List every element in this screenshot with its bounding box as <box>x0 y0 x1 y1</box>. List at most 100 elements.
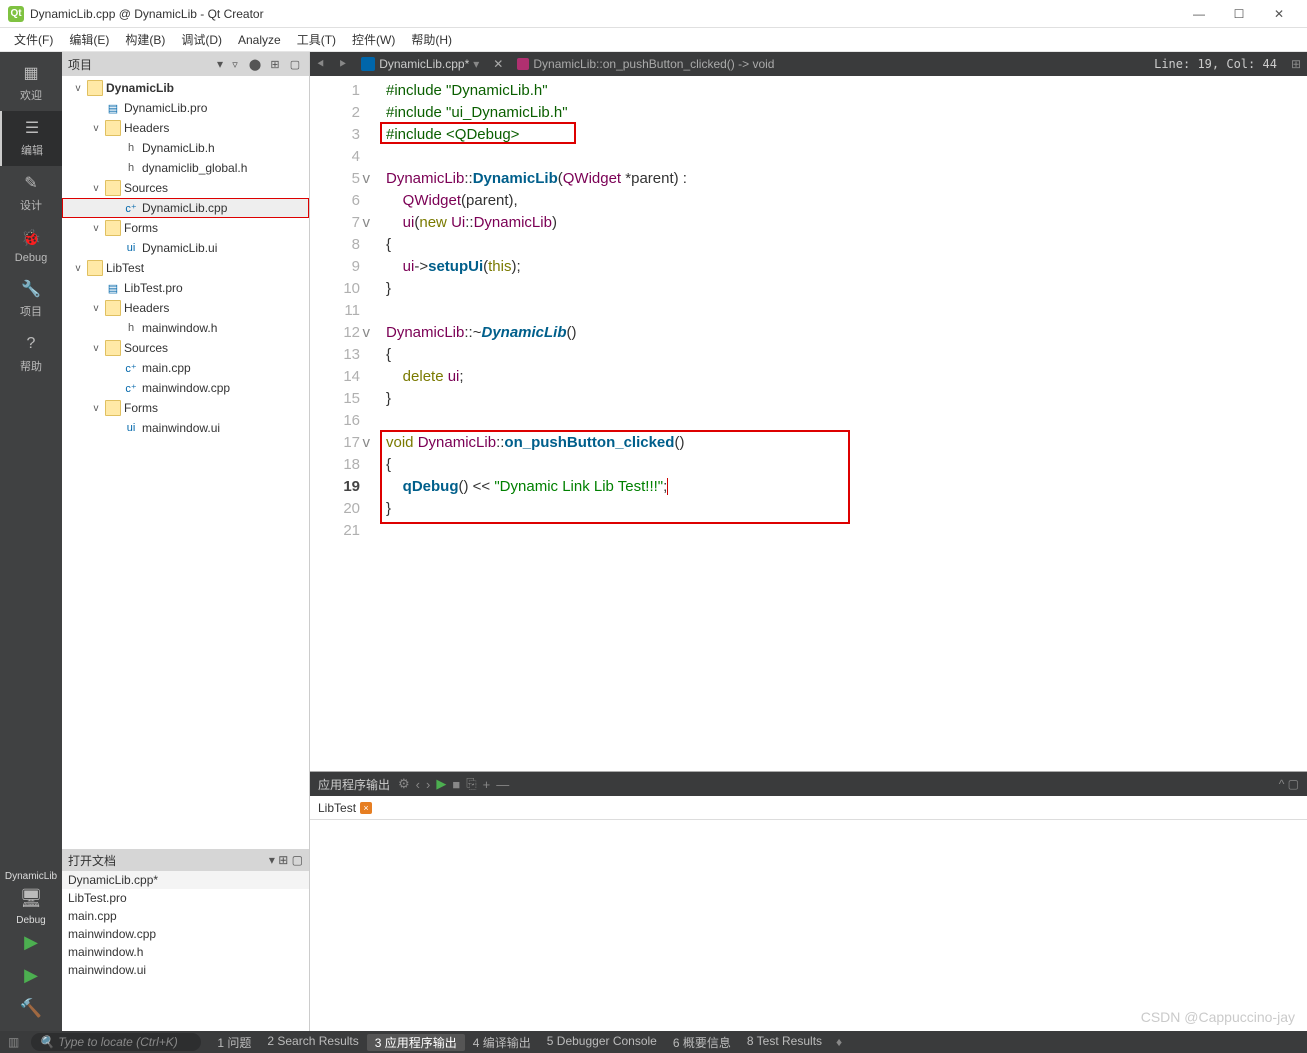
editor-tab[interactable]: DynamicLib.cpp* ▾ <box>353 57 487 71</box>
tree-item[interactable]: hmainwindow.h <box>62 318 309 338</box>
mode-帮助[interactable]: ?帮助 <box>0 327 62 382</box>
output-toolbar: 应用程序输出 ⚙ ‹ › ▶ ■ ⎘ + — ^ ▢ <box>310 772 1307 796</box>
link-icon[interactable]: ⬤ <box>247 56 263 72</box>
tree-item[interactable]: vHeaders <box>62 298 309 318</box>
debug-run-icon[interactable]: ▶ <box>0 959 62 992</box>
out-stop-icon[interactable]: ■ <box>452 777 460 792</box>
tree-item[interactable]: ▤LibTest.pro <box>62 278 309 298</box>
mode-项目[interactable]: 🔧项目 <box>0 272 62 327</box>
mode-编辑[interactable]: ☰编辑 <box>0 111 62 166</box>
cursor-position: Line: 19, Col: 44 <box>1146 57 1285 71</box>
mode-设计[interactable]: ✎设计 <box>0 166 62 221</box>
code-source[interactable]: #include "DynamicLib.h"#include "ui_Dyna… <box>380 76 1307 771</box>
edit-icon: ☰ <box>21 117 43 139</box>
tree-item[interactable]: uimainwindow.ui <box>62 418 309 438</box>
status-tab[interactable]: 5 Debugger Console <box>539 1034 665 1051</box>
method-icon <box>517 58 529 70</box>
menu-item[interactable]: Analyze <box>230 30 289 50</box>
close-button[interactable]: ✕ <box>1259 0 1299 28</box>
menu-item[interactable]: 控件(W) <box>344 28 403 51</box>
tree-item[interactable]: vForms <box>62 218 309 238</box>
open-docs-header: 打开文档 ▾ ⊞ ▢ <box>62 849 309 871</box>
out-next-icon[interactable]: › <box>426 777 430 792</box>
project-pane: 项目 ▾ ▿ ⬤ ⊞ ▢ vDynamicLib▤DynamicLib.prov… <box>62 52 310 1031</box>
tab-close-icon[interactable]: ✕ <box>487 57 509 71</box>
tree-item[interactable]: vSources <box>62 178 309 198</box>
status-tab[interactable]: 3 应用程序输出 <box>367 1034 465 1051</box>
monitor-icon: 🖥 <box>0 882 62 915</box>
app-icon: Qt <box>8 6 24 22</box>
output-pane: 应用程序输出 ⚙ ‹ › ▶ ■ ⎘ + — ^ ▢ LibT <box>310 771 1307 1031</box>
tree-item[interactable]: vForms <box>62 398 309 418</box>
tree-item[interactable]: c⁺main.cpp <box>62 358 309 378</box>
output-body[interactable] <box>310 820 1307 1031</box>
tree-item[interactable]: hDynamicLib.h <box>62 138 309 158</box>
out-settings-icon[interactable]: ⚙ <box>398 776 410 792</box>
tree-item[interactable]: vDynamicLib <box>62 78 309 98</box>
out-attach-icon[interactable]: ⎘ <box>466 776 476 792</box>
help-icon: ? <box>20 333 42 355</box>
nav-back-icon[interactable]: ⯇ <box>310 57 332 72</box>
status-tab[interactable]: 6 概要信息 <box>665 1034 739 1051</box>
output-tab-libtest[interactable]: LibTest × <box>310 799 380 817</box>
highlight-include <box>380 122 576 144</box>
menu-item[interactable]: 构建(B) <box>117 28 173 51</box>
view-icon[interactable]: ▥ <box>4 1035 23 1049</box>
out-prev-icon[interactable]: ‹ <box>416 777 420 792</box>
locator-input[interactable]: 🔍 Type to locate (Ctrl+K) <box>31 1033 201 1051</box>
bug-icon: 🐞 <box>20 227 42 249</box>
split-editor-icon[interactable]: ⊞ <box>1285 57 1307 71</box>
tree-item[interactable]: vLibTest <box>62 258 309 278</box>
status-tab[interactable]: 2 Search Results <box>259 1034 366 1051</box>
mode-Debug[interactable]: 🐞Debug <box>0 221 62 272</box>
project-tree[interactable]: vDynamicLib▤DynamicLib.provHeadershDynam… <box>62 76 309 849</box>
open-docs-list[interactable]: DynamicLib.cpp*LibTest.promain.cppmainwi… <box>62 871 309 1031</box>
tree-item[interactable]: c⁺mainwindow.cpp <box>62 378 309 398</box>
tree-item[interactable]: ▤DynamicLib.pro <box>62 98 309 118</box>
build-icon[interactable]: 🔨 <box>0 992 62 1025</box>
watermark: CSDN @Cappuccino-jay <box>1141 1009 1295 1025</box>
nav-fwd-icon[interactable]: ⯈ <box>332 57 354 72</box>
tree-item[interactable]: vSources <box>62 338 309 358</box>
code-editor[interactable]: 12345 v67 v89101112 v1314151617 v1819202… <box>310 76 1307 771</box>
tree-item[interactable]: hdynamiclib_global.h <box>62 158 309 178</box>
project-header-label: 项目 <box>68 56 213 73</box>
open-doc-item[interactable]: mainwindow.h <box>62 943 309 961</box>
mode-欢迎[interactable]: ▦欢迎 <box>0 56 62 111</box>
status-tab[interactable]: 1 问题 <box>209 1034 259 1051</box>
tree-item[interactable]: vHeaders <box>62 118 309 138</box>
open-doc-item[interactable]: main.cpp <box>62 907 309 925</box>
window-title: DynamicLib.cpp @ DynamicLib - Qt Creator <box>30 7 1179 21</box>
symbol-breadcrumb[interactable]: DynamicLib::on_pushButton_clicked() -> v… <box>509 57 782 71</box>
tab-close-icon[interactable]: × <box>360 802 372 814</box>
grid-icon: ▦ <box>20 62 42 84</box>
out-remove-icon[interactable]: — <box>496 777 509 792</box>
open-doc-item[interactable]: DynamicLib.cpp* <box>62 871 309 889</box>
open-doc-item[interactable]: mainwindow.cpp <box>62 925 309 943</box>
menubar: 文件(F)编辑(E)构建(B)调试(D)Analyze工具(T)控件(W)帮助(… <box>0 28 1307 52</box>
out-run-icon[interactable]: ▶ <box>436 776 446 792</box>
menu-item[interactable]: 编辑(E) <box>61 28 117 51</box>
open-doc-item[interactable]: LibTest.pro <box>62 889 309 907</box>
minimize-button[interactable]: — <box>1179 0 1219 28</box>
menu-item[interactable]: 工具(T) <box>289 28 344 51</box>
out-add-icon[interactable]: + <box>483 777 491 792</box>
menu-item[interactable]: 帮助(H) <box>403 28 460 51</box>
statusbar: ▥ 🔍 Type to locate (Ctrl+K) 1 问题2 Search… <box>0 1031 1307 1053</box>
line-gutter: 12345 v67 v89101112 v1314151617 v1819202… <box>310 76 380 771</box>
status-tab[interactable]: 8 Test Results <box>739 1034 830 1051</box>
close-pane-icon[interactable]: ▢ <box>287 56 303 72</box>
run-icon[interactable]: ▶ <box>0 926 62 959</box>
status-tab[interactable]: 4 编译输出 <box>465 1034 539 1051</box>
menu-item[interactable]: 调试(D) <box>173 28 230 51</box>
wrench-icon: 🔧 <box>20 278 42 300</box>
maximize-button[interactable]: ☐ <box>1219 0 1259 28</box>
filter-icon[interactable]: ▿ <box>227 56 243 72</box>
build-target[interactable]: DynamicLib🖥Debug▶▶🔨 <box>0 865 62 1031</box>
out-expand-icon[interactable]: ^ ▢ <box>1279 777 1299 791</box>
menu-item[interactable]: 文件(F) <box>6 28 61 51</box>
tree-item[interactable]: c⁺DynamicLib.cpp <box>62 198 309 218</box>
tree-item[interactable]: uiDynamicLib.ui <box>62 238 309 258</box>
open-doc-item[interactable]: mainwindow.ui <box>62 961 309 979</box>
split-icon[interactable]: ⊞ <box>267 56 283 72</box>
